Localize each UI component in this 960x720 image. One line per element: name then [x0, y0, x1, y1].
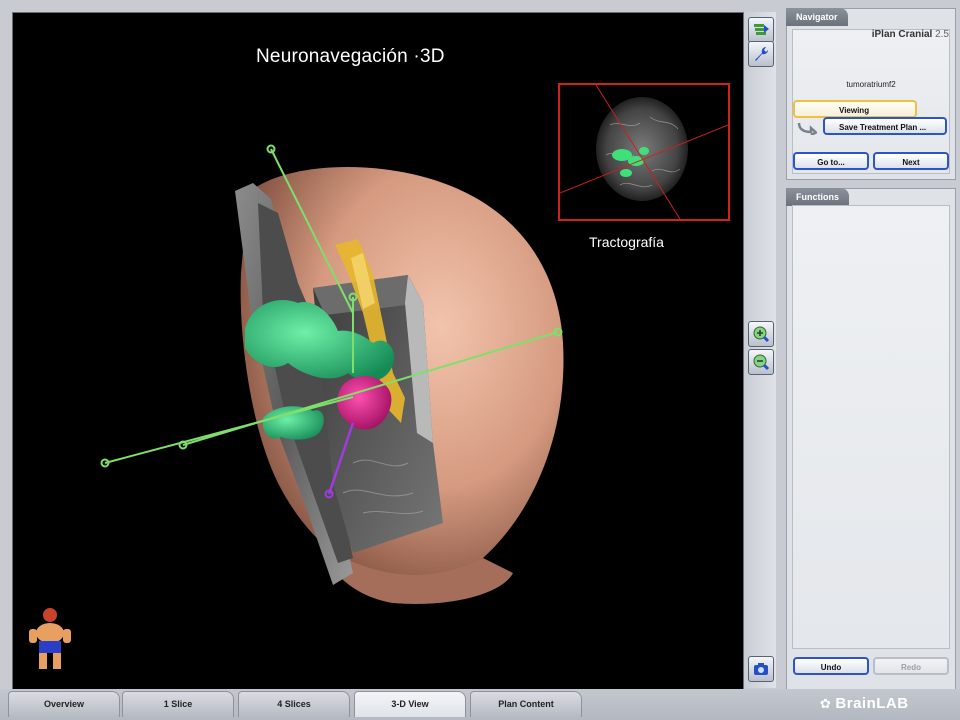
tab-4-slices[interactable]: 4 Slices [238, 691, 350, 717]
save-treatment-plan-button[interactable]: Save Treatment Plan ... [823, 117, 947, 135]
tab-3d-view[interactable]: 3-D View [354, 691, 466, 717]
patient-name: tumoratriumf2 [846, 80, 896, 89]
view-title: Neuronavegación ·3D [256, 46, 445, 67]
next-button[interactable]: Next [873, 152, 949, 170]
functions-tab: Functions [786, 188, 849, 206]
tractography-inset[interactable] [558, 83, 730, 221]
3d-viewport[interactable]: Neuronavegación ·3D Tractografía [12, 12, 744, 690]
brainlab-logo: ✿ BrainLAB [820, 695, 909, 712]
step-arrow-icon [797, 122, 817, 135]
navigator-tab: Navigator [786, 8, 848, 26]
navigator-panel: Navigator iPlan Cranial 2.5 tumoratriumf… [786, 8, 956, 180]
tool-strip [744, 12, 776, 688]
tab-plan-content[interactable]: Plan Content [470, 691, 582, 717]
workflow-tabbar: Overview 1 Slice 4 Slices 3-D View Plan … [0, 689, 960, 720]
zoom-in-icon[interactable] [748, 321, 774, 347]
functions-panel: Functions Undo Redo [786, 188, 956, 690]
inset-caption: Tractografía [589, 234, 664, 250]
brainlab-logo-text: BrainLAB [835, 695, 909, 712]
undo-button[interactable]: Undo [793, 657, 869, 675]
tab-1-slice[interactable]: 1 Slice [122, 691, 234, 717]
redo-button: Redo [873, 657, 949, 675]
app-title: iPlan Cranial 2.5 [787, 29, 949, 40]
goto-button[interactable]: Go to... [793, 152, 869, 170]
app-name: iPlan Cranial [871, 29, 933, 40]
camera-icon[interactable] [748, 656, 774, 682]
app-version: 2.5 [935, 29, 949, 40]
orientation-figure-icon[interactable] [25, 605, 75, 673]
brainlab-mark-icon: ✿ [820, 695, 832, 711]
layers-icon[interactable] [748, 17, 774, 43]
tab-overview[interactable]: Overview [8, 691, 120, 717]
zoom-out-icon[interactable] [748, 349, 774, 375]
viewing-step[interactable]: Viewing [793, 100, 917, 118]
wrench-icon[interactable] [748, 41, 774, 67]
